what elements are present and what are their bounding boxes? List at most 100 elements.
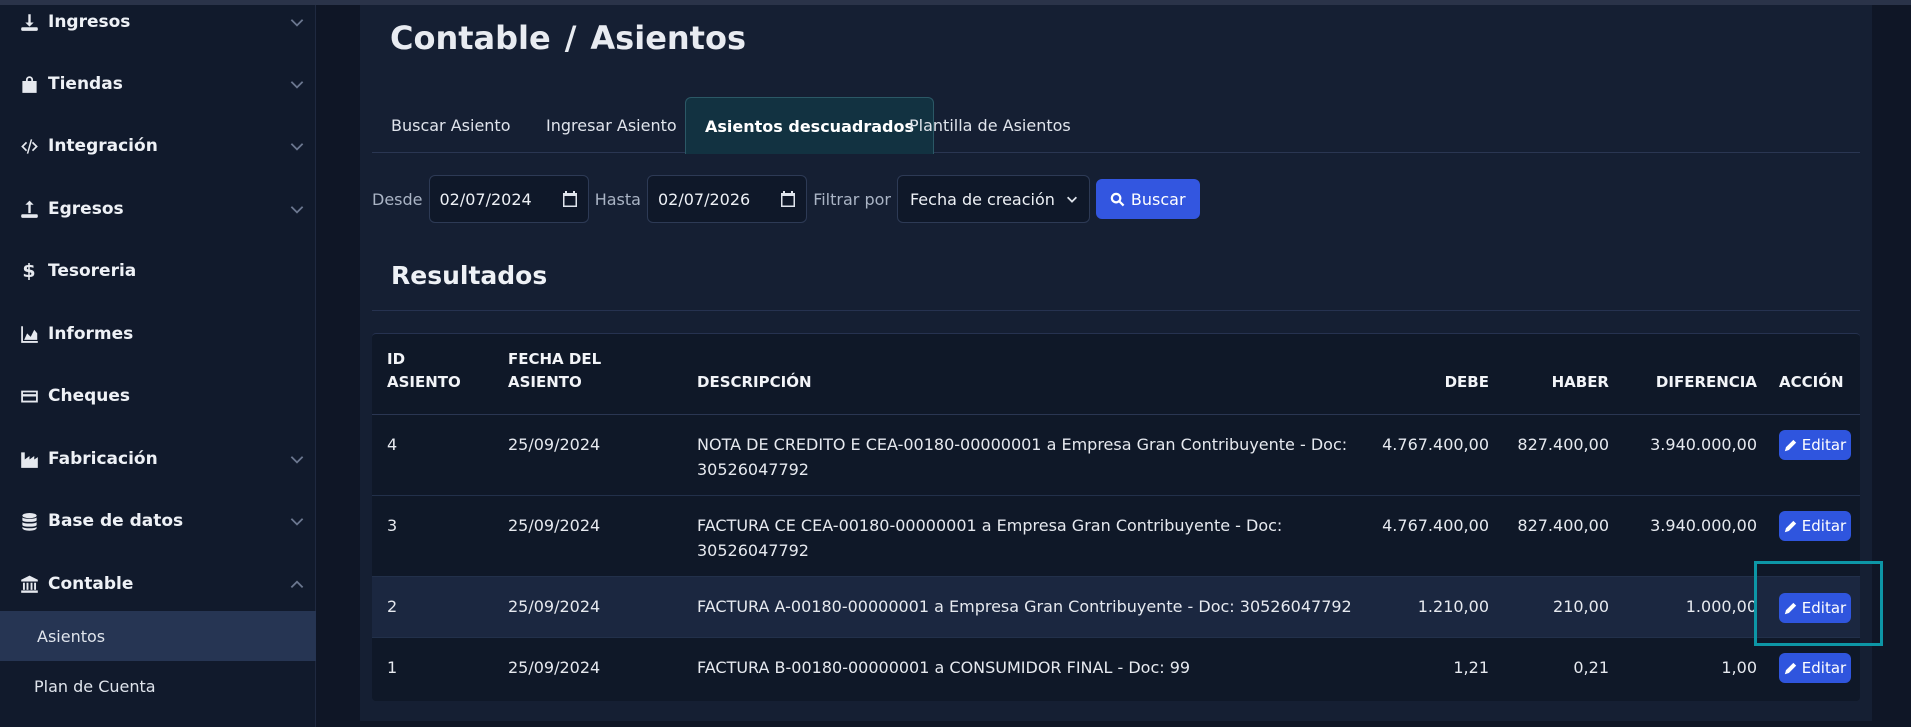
sidebar-item-contable[interactable]: Contable xyxy=(0,553,316,615)
sidebar-subitem-label: Plan de Cuenta xyxy=(34,676,156,696)
sidebar-item-informes[interactable]: Informes xyxy=(0,303,316,365)
tab-ingresar-asiento[interactable]: Ingresar Asiento xyxy=(527,97,696,153)
cell-description: NOTA DE CREDITO E CEA-00180-00000001 a E… xyxy=(697,435,1348,479)
breadcrumb: Contable / Asientos xyxy=(390,19,746,57)
tab-label: Plantilla de Asientos xyxy=(909,115,1071,135)
sidebar-item-integracion[interactable]: Integración xyxy=(0,115,316,177)
cell-diferencia: 1,00 xyxy=(1721,658,1757,677)
column-header-diferencia: DIFERENCIA xyxy=(1655,373,1757,391)
from-date-input[interactable]: 02/07/2024 xyxy=(428,175,589,223)
breadcrumb-separator: / xyxy=(564,19,577,57)
cell-diferencia: 3.940.000,00 xyxy=(1650,516,1757,535)
filter-select[interactable]: Fecha de creación xyxy=(896,175,1090,223)
sidebar-item-ingresos[interactable]: Ingresos xyxy=(0,0,316,53)
tab-plantilla-de-asientos[interactable]: Plantilla de Asientos xyxy=(890,97,1090,153)
sidebar-item-label: Cheques xyxy=(48,386,131,406)
sidebar: Ingresos Tiendas Integración Egresos $ T… xyxy=(0,5,316,727)
tab-buscar-asiento[interactable]: Buscar Asiento xyxy=(372,97,530,153)
sidebar-item-fabricacion[interactable]: Fabricación xyxy=(0,428,316,490)
sidebar-item-label: Informes xyxy=(48,324,134,344)
cell-haber: 0,21 xyxy=(1573,658,1609,677)
to-label: Hasta xyxy=(594,189,641,209)
pencil-icon xyxy=(1784,520,1796,532)
sidebar-subitem-label: Asientos xyxy=(37,626,106,646)
search-icon xyxy=(1110,192,1125,206)
chart-area-icon xyxy=(18,323,40,345)
column-header-debe: DEBE xyxy=(1444,373,1489,391)
sidebar-item-base-de-datos[interactable]: Base de datos xyxy=(0,490,316,552)
cell-description: FACTURA A-00180-00000001 a Empresa Gran … xyxy=(697,597,1352,616)
cell-haber: 210,00 xyxy=(1553,597,1609,616)
upload-icon xyxy=(18,198,40,220)
download-icon xyxy=(18,11,40,33)
from-label: Desde xyxy=(372,189,423,209)
cell-debe: 1,21 xyxy=(1453,658,1489,677)
chevron-up-icon xyxy=(288,575,306,593)
tab-label: Asientos descuadrados xyxy=(705,116,914,136)
chevron-down-icon xyxy=(288,137,306,155)
sidebar-item-label: Tesoreria xyxy=(48,261,137,281)
cell-debe: 4.767.400,00 xyxy=(1382,435,1489,454)
filter-label: Filtrar por xyxy=(813,189,891,209)
to-date-input[interactable]: 02/07/2026 xyxy=(646,175,808,223)
sidebar-item-egresos[interactable]: Egresos xyxy=(0,178,316,240)
search-button[interactable]: Buscar xyxy=(1095,179,1200,219)
sidebar-item-tesoreria[interactable]: $ Tesoreria xyxy=(0,240,316,302)
sidebar-item-label: Ingresos xyxy=(48,12,131,32)
sidebar-item-label: Contable xyxy=(48,574,134,594)
sidebar-subitem-plan-de-cuenta[interactable]: Plan de Cuenta xyxy=(0,661,316,711)
to-date-value: 02/07/2026 xyxy=(657,189,751,209)
table-row: 3 25/09/2024 FACTURA CE CEA-00180-000000… xyxy=(372,496,1860,577)
industry-icon xyxy=(18,448,40,470)
table-row: 2 25/09/2024 FACTURA A-00180-00000001 a … xyxy=(372,577,1860,638)
chevron-down-icon xyxy=(288,450,306,468)
sidebar-item-label: Tiendas xyxy=(48,74,123,94)
edit-button[interactable]: Editar xyxy=(1779,430,1851,460)
cell-description: FACTURA B-00180-00000001 a CONSUMIDOR FI… xyxy=(697,658,1191,677)
cell-id: 1 xyxy=(387,658,398,677)
chevron-down-icon xyxy=(288,200,306,218)
cell-diferencia: 1.000,00 xyxy=(1685,597,1757,616)
sidebar-item-label: Fabricación xyxy=(48,449,158,469)
cell-debe: 1.210,00 xyxy=(1417,597,1489,616)
sidebar-item-label: Integración xyxy=(48,136,158,156)
cell-description: FACTURA CE CEA-00180-00000001 a Empresa … xyxy=(697,516,1283,560)
edit-button[interactable]: Editar xyxy=(1779,653,1851,683)
sidebar-subitem-asientos[interactable]: Asientos xyxy=(0,611,316,661)
code-icon xyxy=(18,135,40,157)
tab-label: Ingresar Asiento xyxy=(546,115,677,135)
tab-label: Buscar Asiento xyxy=(391,115,511,135)
cell-debe: 4.767.400,00 xyxy=(1382,516,1489,535)
breadcrumb-section[interactable]: Contable xyxy=(390,19,551,57)
sidebar-item-tiendas[interactable]: Tiendas xyxy=(0,53,316,115)
cell-haber: 827.400,00 xyxy=(1517,516,1609,535)
cell-id: 3 xyxy=(387,516,398,535)
results-title: Resultados xyxy=(391,261,548,290)
breadcrumb-page: Asientos xyxy=(590,19,746,57)
cell-haber: 827.400,00 xyxy=(1517,435,1609,454)
tab-bar: Buscar Asiento Ingresar Asiento Asientos… xyxy=(372,97,1860,154)
sidebar-item-label: Base de datos xyxy=(48,511,184,531)
chevron-down-icon xyxy=(288,75,306,93)
pencil-icon xyxy=(1784,439,1796,451)
edit-button[interactable]: Editar xyxy=(1779,511,1851,541)
chevron-down-icon xyxy=(288,13,306,31)
card-icon xyxy=(18,385,40,407)
table-row: 1 25/09/2024 FACTURA B-00180-00000001 a … xyxy=(372,638,1860,698)
pencil-icon xyxy=(1784,662,1796,674)
column-header-description: DESCRIPCIÓN xyxy=(697,373,812,391)
calendar-icon[interactable] xyxy=(562,191,578,207)
calendar-icon[interactable] xyxy=(780,191,796,207)
column-header-haber: HABER xyxy=(1551,373,1609,391)
sidebar-item-label: Egresos xyxy=(48,199,124,219)
cell-date: 25/09/2024 xyxy=(508,435,601,454)
main-content: Contable / Asientos Buscar Asiento Ingresa… xyxy=(360,5,1872,721)
column-header-id: ID ASIENTO xyxy=(387,350,461,391)
filter-select-value: Fecha de creación xyxy=(909,189,1055,209)
focus-highlight xyxy=(1754,561,1883,646)
table-row: 4 25/09/2024 NOTA DE CREDITO E CEA-00180… xyxy=(372,415,1860,496)
bag-icon xyxy=(18,73,40,95)
results-table: ID ASIENTO FECHA DEL ASIENTO DESCRIPCIÓN D… xyxy=(372,333,1860,701)
dollar-icon: $ xyxy=(22,260,36,282)
sidebar-item-cheques[interactable]: Cheques xyxy=(0,365,316,427)
